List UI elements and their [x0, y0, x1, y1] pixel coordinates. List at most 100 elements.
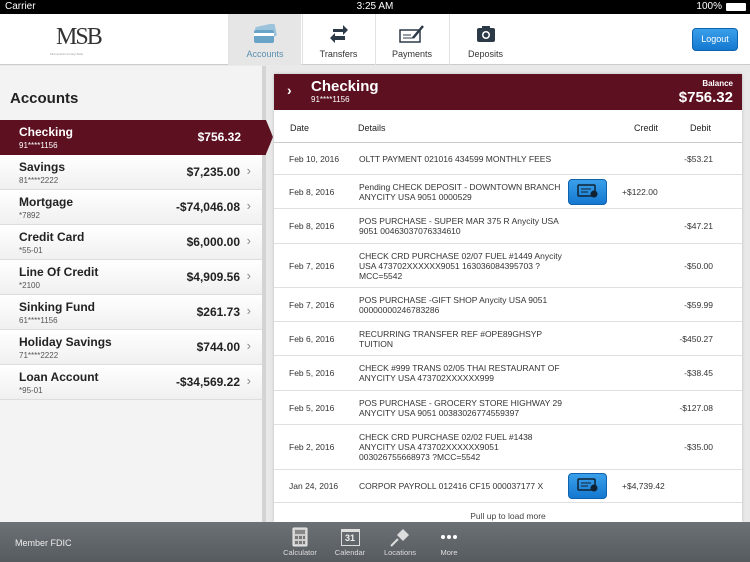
footer-bar: Member FDIC Calculator 31 Calendar Location… — [0, 522, 750, 562]
chevron-right-icon: › — [246, 303, 251, 318]
txn-debit: -$53.21 — [684, 153, 713, 164]
calculator-icon — [275, 526, 325, 548]
cheque-image-icon — [576, 183, 599, 200]
account-item-mortgage[interactable]: Mortgage *7892 -$74,046.08 › — [0, 190, 262, 225]
txn-date: Feb 7, 2016 — [289, 299, 335, 310]
txn-details: CHECK CRD PURCHASE 02/02 FUEL #1438 ANYC… — [359, 432, 533, 462]
account-balance: -$34,569.22 — [175, 375, 240, 389]
txn-debit: -$38.45 — [684, 368, 713, 378]
account-number: *95-01 — [19, 386, 43, 395]
logout-button[interactable]: Logout — [692, 28, 738, 51]
chevron-right-icon: › — [246, 338, 251, 353]
transfer-arrows-icon — [303, 14, 375, 44]
account-name: Checking — [311, 78, 379, 95]
account-name: Loan Account — [19, 370, 99, 384]
account-name: Line Of Credit — [19, 265, 99, 279]
tool-calendar[interactable]: 31 Calendar — [325, 526, 375, 557]
cheque-image-icon — [576, 478, 599, 494]
account-number: 91****1156 — [19, 141, 58, 150]
account-number: *7892 — [19, 211, 40, 220]
more-dots-icon — [424, 526, 474, 548]
account-balance: $756.32 — [197, 130, 241, 144]
account-detail: › Checking 91****1156 Balance $756.32 Da… — [274, 74, 742, 522]
txn-details: POS PURCHASE - SUPER MAR 375 R Anycity U… — [359, 216, 559, 236]
col-debit: Debit — [690, 123, 712, 133]
transaction-row[interactable]: Feb 7, 2016 POS PURCHASE -GIFT SHOP Anyci… — [274, 288, 742, 322]
load-more[interactable]: Pull up to load more — [274, 503, 742, 521]
transaction-row[interactable]: Feb 2, 2016 CHECK CRD PURCHASE 02/02 FUEL… — [274, 425, 742, 470]
txn-details: CHECK #999 TRANS 02/05 THAI RESTAURANT O… — [359, 363, 560, 383]
transaction-row[interactable]: Jan 24, 2016 CORPOR PAYROLL 012416 CF15 0… — [274, 470, 742, 503]
credit-card-icon — [229, 14, 301, 44]
account-item-checking[interactable]: Checking 91****1156 $756.32 — [0, 120, 273, 155]
transaction-row[interactable]: Feb 6, 2016 RECURRING TRANSFER REF #OPE89… — [274, 322, 742, 356]
txn-debit: -$127.08 — [679, 402, 713, 413]
col-date: Date — [290, 123, 310, 133]
txn-credit: +$4,739.42 — [622, 481, 665, 491]
status-bar: Carrier 3:25 AM 100% — [0, 0, 750, 14]
account-name: Holiday Savings — [19, 335, 112, 349]
column-headers: Date Details Credit Debit — [274, 110, 742, 143]
account-number: 91****1156 — [311, 95, 350, 104]
transaction-row[interactable]: Feb 7, 2016 CHECK CRD PURCHASE 02/07 FUEL… — [274, 244, 742, 288]
txn-date: Feb 5, 2016 — [289, 402, 335, 413]
balance-label: Balance — [702, 79, 733, 88]
account-balance: $261.73 — [196, 305, 240, 319]
account-number: *55-01 — [19, 246, 43, 255]
view-check-image-button[interactable] — [568, 473, 607, 499]
txn-debit: -$35.00 — [684, 442, 713, 452]
txn-details: POS PURCHASE - GROCERY STORE HIGHWAY 29 … — [359, 397, 562, 418]
txn-date: Feb 6, 2016 — [289, 333, 335, 344]
tool-calculator[interactable]: Calculator — [275, 526, 325, 557]
account-header[interactable]: › Checking 91****1156 Balance $756.32 — [274, 74, 742, 110]
account-item-savings[interactable]: Savings 81****2222 $7,235.00 › — [0, 155, 262, 190]
tab-payments[interactable]: Payments — [375, 14, 448, 65]
account-number: 81****2222 — [19, 176, 59, 185]
txn-date: Feb 8, 2016 — [289, 221, 335, 231]
tool-label: Calendar — [334, 548, 366, 557]
chevron-right-icon: › — [246, 163, 251, 178]
account-item-sinking-fund[interactable]: Sinking Fund 61****1156 $261.73 › — [0, 295, 262, 330]
transaction-row[interactable]: Feb 5, 2016 CHECK #999 TRANS 02/05 THAI R… — [274, 356, 742, 391]
tab-label: Accounts — [246, 49, 284, 59]
member-fdic: Member FDIC — [15, 538, 72, 548]
txn-details: CORPOR PAYROLL 012416 CF15 000037177 X — [359, 481, 544, 491]
check-pen-icon — [376, 14, 448, 44]
transaction-row[interactable]: Feb 8, 2016 Pending CHECK DEPOSIT - DOWNT… — [274, 175, 742, 209]
transaction-row[interactable]: Feb 5, 2016 POS PURCHASE - GROCERY STORE … — [274, 391, 742, 425]
tab-deposits[interactable]: Deposits — [448, 14, 522, 65]
tab-label: Payments — [391, 49, 433, 59]
account-item-credit-card[interactable]: Credit Card *55-01 $6,000.00 › — [0, 225, 262, 260]
account-balance: $6,000.00 — [186, 235, 240, 249]
chevron-right-icon: › — [246, 198, 251, 213]
account-item-loan-account[interactable]: Loan Account *95-01 -$34,569.22 › — [0, 365, 262, 400]
txn-details: CHECK CRD PURCHASE 02/07 FUEL #1449 Anyc… — [359, 250, 562, 281]
tab-accounts[interactable]: Accounts — [228, 14, 301, 65]
bank-logo: MSB Metropolitan Savings Bank — [50, 24, 103, 56]
account-item-line-of-credit[interactable]: Line Of Credit *2100 $4,909.56 › — [0, 260, 262, 295]
txn-details: OLTT PAYMENT 021016 434599 MONTHLY FEES — [359, 153, 552, 164]
tool-locations[interactable]: Locations — [375, 526, 425, 557]
txn-credit: +$122.00 — [622, 186, 658, 197]
account-item-holiday-savings[interactable]: Holiday Savings 71****2222 $744.00 › — [0, 330, 262, 365]
col-credit: Credit — [634, 123, 659, 133]
transaction-row[interactable]: Feb 8, 2016 POS PURCHASE - SUPER MAR 375 … — [274, 209, 742, 244]
tab-transfers[interactable]: Transfers — [301, 14, 375, 65]
clock: 3:25 AM — [356, 1, 394, 12]
tool-label: Calculator — [283, 548, 317, 557]
account-balance: $744.00 — [196, 340, 240, 354]
chevron-right-icon: › — [246, 268, 251, 283]
balance-value: $756.32 — [678, 89, 733, 106]
txn-date: Feb 5, 2016 — [289, 368, 335, 378]
accounts-title: Accounts — [10, 90, 79, 107]
chevron-right-icon[interactable]: › — [287, 82, 292, 98]
txn-debit: -$47.21 — [684, 221, 713, 231]
account-name: Checking — [19, 125, 74, 139]
account-balance: $4,909.56 — [186, 270, 240, 284]
tool-more[interactable]: More — [424, 526, 474, 557]
col-details: Details — [358, 123, 386, 133]
transaction-row[interactable]: Feb 10, 2016 OLTT PAYMENT 021016 434599 M… — [274, 143, 742, 175]
tab-label: Deposits — [467, 49, 503, 59]
view-check-image-button[interactable] — [568, 178, 607, 205]
tool-label: Locations — [383, 548, 417, 557]
